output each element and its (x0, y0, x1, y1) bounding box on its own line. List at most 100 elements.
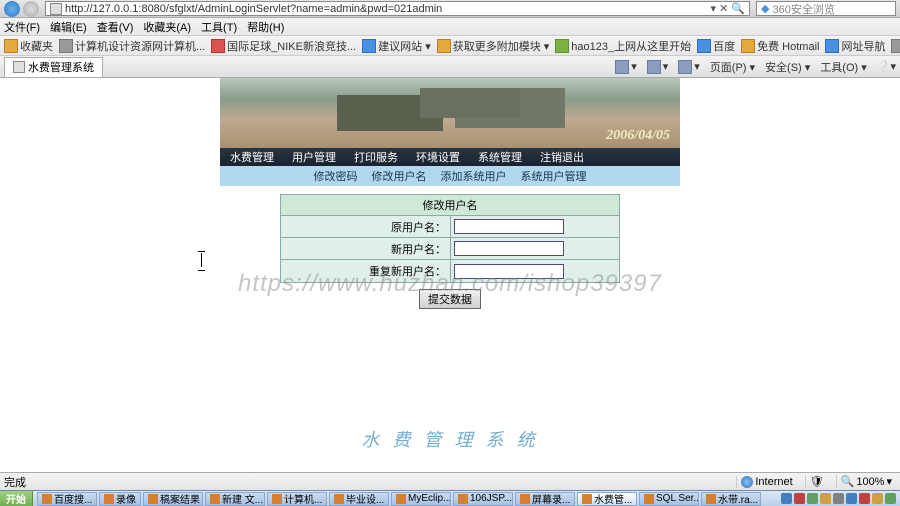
tab-active[interactable]: 水费管理系统 (4, 57, 103, 77)
task-6[interactable]: MyEclip... (391, 492, 451, 506)
task-11[interactable]: 水带.ra... (701, 492, 761, 506)
task-7[interactable]: 106JSP... (453, 492, 513, 506)
status-zone: Internet (736, 476, 796, 488)
input-old-username[interactable] (454, 219, 564, 234)
safety-menu[interactable]: 安全(S) ▾ (765, 59, 810, 75)
mail-icon (678, 60, 692, 74)
task-0[interactable]: 百度搜... (37, 492, 97, 506)
menu-favorites[interactable]: 收藏夹(A) (143, 19, 191, 35)
nav-fee[interactable]: 水费管理 (230, 149, 274, 165)
link-icon (741, 39, 755, 53)
fav-link-7[interactable]: 网址导航 (825, 38, 885, 54)
tray-icon[interactable] (872, 493, 883, 504)
task-8[interactable]: 屏幕录... (515, 492, 575, 506)
nav-system[interactable]: 系统管理 (478, 149, 522, 165)
submit-button[interactable]: 提交数据 (419, 289, 481, 309)
header-banner: 2006/04/05 (220, 78, 680, 148)
label-old-username: 原用户名： (281, 216, 451, 237)
fav-link-8[interactable]: 跟着老者 中国第一高清... (891, 38, 900, 54)
link-icon (437, 39, 451, 53)
link-icon (59, 39, 73, 53)
page-icon (50, 3, 62, 15)
subnav-password[interactable]: 修改密码 (314, 168, 358, 184)
url-text: http://127.0.0.1:8080/sfglxt/AdminLoginS… (65, 3, 442, 15)
fav-link-6[interactable]: 免费 Hotmail (741, 38, 819, 54)
sub-navigation: 修改密码 修改用户名 添加系统用户 系统用户管理 (220, 166, 680, 186)
app-icon (210, 494, 220, 504)
favorites-bar: 收藏夹 计算机设计资源网计算机... 国际足球_NIKE新浪竞技... 建议网站… (0, 36, 900, 56)
tools-menu[interactable]: 工具(O) ▾ (820, 59, 866, 75)
tab-bar: 水费管理系统 ▾ ▾ ▾ 页面(P) ▾ 安全(S) ▾ 工具(O) ▾ ❔▾ (0, 56, 900, 78)
subnav-adduser[interactable]: 添加系统用户 (441, 168, 507, 184)
tray-icon[interactable] (820, 493, 831, 504)
task-1[interactable]: 录像 (99, 492, 141, 506)
task-4[interactable]: 计算机... (267, 492, 327, 506)
form-row-new: 新用户名： (281, 238, 619, 260)
tray-icon[interactable] (794, 493, 805, 504)
fav-link-3[interactable]: 获取更多附加模块 ▾ (437, 38, 550, 54)
feeds-button[interactable]: ▾ (647, 60, 669, 74)
tray-icon[interactable] (885, 493, 896, 504)
tray-icon[interactable] (833, 493, 844, 504)
menu-view[interactable]: 查看(V) (97, 19, 134, 35)
fav-link-1[interactable]: 国际足球_NIKE新浪竞技... (211, 38, 356, 54)
favorites-button[interactable]: 收藏夹 (4, 38, 53, 54)
back-button[interactable] (4, 1, 20, 17)
fav-link-4[interactable]: hao123_上网从这里开始 (555, 38, 691, 54)
tray-icon[interactable] (859, 493, 870, 504)
task-5[interactable]: 毕业设... (329, 492, 389, 506)
tray-icon[interactable] (807, 493, 818, 504)
input-new-username[interactable] (454, 241, 564, 256)
app-icon (520, 494, 530, 504)
main-navigation: 水费管理 用户管理 打印服务 环境设置 系统管理 注销退出 (220, 148, 680, 166)
fav-link-0[interactable]: 计算机设计资源网计算机... (59, 38, 205, 54)
app-icon (396, 494, 406, 504)
status-bar: 完成 Internet 🛡 🔍 100% ▾ (0, 472, 900, 490)
text-cursor-icon (195, 251, 209, 271)
help-menu[interactable]: ❔▾ (877, 60, 896, 73)
zoom-control[interactable]: 🔍 100% ▾ (836, 475, 896, 488)
app-icon (458, 494, 468, 504)
app-icon (644, 494, 654, 504)
address-bar[interactable]: http://127.0.0.1:8080/sfglxt/AdminLoginS… (45, 1, 750, 16)
fav-link-2[interactable]: 建议网站 ▾ (362, 38, 431, 54)
link-icon (891, 39, 900, 53)
nav-logout[interactable]: 注销退出 (540, 149, 584, 165)
tray-icon[interactable] (781, 493, 792, 504)
nav-print[interactable]: 打印服务 (354, 149, 398, 165)
content-area: 2006/04/05 水费管理 用户管理 打印服务 环境设置 系统管理 注销退出… (0, 78, 900, 490)
menu-edit[interactable]: 编辑(E) (50, 19, 87, 35)
menu-help[interactable]: 帮助(H) (247, 19, 284, 35)
nav-user[interactable]: 用户管理 (292, 149, 336, 165)
home-button[interactable]: ▾ (615, 60, 637, 74)
link-icon (825, 39, 839, 53)
menu-file[interactable]: 文件(F) (4, 19, 40, 35)
form-row-old: 原用户名： (281, 216, 619, 238)
task-9[interactable]: 水费管... (577, 492, 637, 506)
task-10[interactable]: SQL Ser... (639, 492, 699, 506)
menu-tools[interactable]: 工具(T) (201, 19, 237, 35)
system-tray (777, 493, 900, 504)
task-3[interactable]: 新建 文... (205, 492, 265, 506)
url-dropdown-icon[interactable]: ▾ ✕ 🔍 (710, 2, 745, 15)
globe-icon (741, 476, 753, 488)
start-button[interactable]: 开始 (0, 491, 33, 506)
mail-button[interactable]: ▾ (678, 60, 700, 74)
browser-titlebar: http://127.0.0.1:8080/sfglxt/AdminLoginS… (0, 0, 900, 18)
app-icon (334, 494, 344, 504)
tray-icon[interactable] (846, 493, 857, 504)
app-icon (582, 494, 592, 504)
subnav-username[interactable]: 修改用户名 (372, 168, 427, 184)
subnav-usermgmt[interactable]: 系统用户管理 (521, 168, 587, 184)
search-box[interactable]: ◆ 360安全浏览 (756, 1, 896, 16)
input-repeat-username[interactable] (454, 264, 564, 279)
protected-mode-icon: 🛡 (805, 475, 828, 488)
banner-date: 2006/04/05 (606, 128, 670, 144)
page-menu[interactable]: 页面(P) ▾ (710, 59, 755, 75)
task-2[interactable]: 稿案结果 (143, 492, 203, 506)
home-icon (615, 60, 629, 74)
forward-button[interactable] (23, 1, 39, 17)
fav-link-5[interactable]: 百度 (697, 38, 735, 54)
nav-env[interactable]: 环境设置 (416, 149, 460, 165)
app-icon (42, 494, 52, 504)
